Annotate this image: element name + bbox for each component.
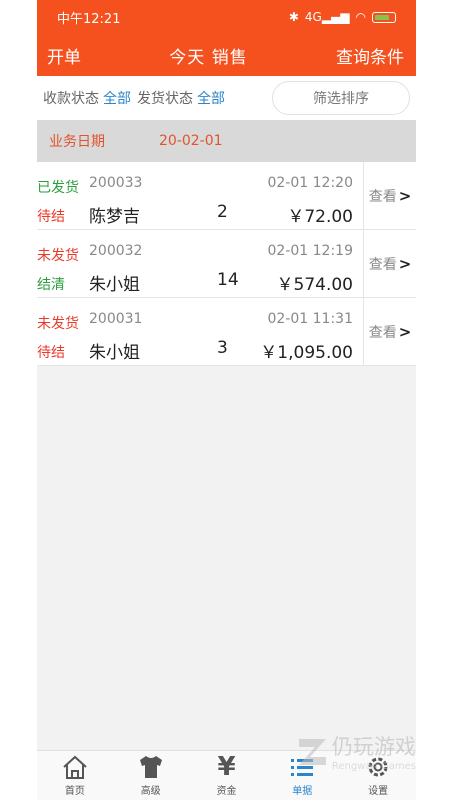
business-date-value: 20-02-01 xyxy=(159,133,223,149)
order-number: 200031 xyxy=(89,311,143,327)
tab-funds[interactable]: ¥ 资金 xyxy=(189,751,265,800)
customer-name: 朱小姐 xyxy=(89,275,140,295)
ship-status: 未发货 xyxy=(37,248,79,264)
status-time: 中午12:21 xyxy=(57,11,121,27)
app-header: 开单 今天 销售 查询条件 xyxy=(37,34,416,76)
order-list: 已发货 待结 200033 陈梦吉 2 02-01 12:20 ￥72.00 查… xyxy=(37,162,416,366)
page-title: 今天 销售 xyxy=(169,47,248,68)
query-conditions-button[interactable]: 查询条件 xyxy=(336,43,404,68)
chevron-right-icon: > xyxy=(398,254,412,273)
battery-icon xyxy=(372,11,396,23)
signal-icon: 4G▂▄▆ xyxy=(304,10,350,24)
bottom-tab-bar: 首页 高级 ¥ 资金 单据 设置 xyxy=(37,750,416,800)
order-quantity: 3 xyxy=(217,338,228,358)
bluetooth-icon: ✱ xyxy=(288,10,299,24)
view-button[interactable]: 查看 > xyxy=(364,230,416,297)
tab-advanced[interactable]: 高级 xyxy=(113,751,189,800)
tab-documents[interactable]: 单据 xyxy=(264,751,340,800)
order-time: 02-01 11:31 xyxy=(267,311,353,327)
order-row[interactable]: 已发货 待结 200033 陈梦吉 2 02-01 12:20 ￥72.00 查… xyxy=(37,162,416,230)
payment-status-label: 收款状态 xyxy=(43,91,99,107)
chevron-right-icon: > xyxy=(398,322,412,341)
order-time: 02-01 12:19 xyxy=(267,243,353,259)
order-amount: ￥1,095.00 xyxy=(260,343,353,363)
ship-status: 未发货 xyxy=(37,316,79,332)
order-amount: ￥574.00 xyxy=(276,275,353,295)
home-icon xyxy=(61,752,89,782)
order-amount: ￥72.00 xyxy=(287,207,353,227)
view-button[interactable]: 查看 > xyxy=(364,298,416,365)
payment-status-select[interactable]: 全部 xyxy=(103,88,131,108)
pay-status: 结清 xyxy=(37,277,65,293)
order-row[interactable]: 未发货 结清 200032 朱小姐 14 02-01 12:19 ￥574.00… xyxy=(37,230,416,298)
shirt-icon xyxy=(137,752,165,782)
order-quantity: 14 xyxy=(217,270,239,290)
tab-home[interactable]: 首页 xyxy=(37,751,113,800)
ship-status: 已发货 xyxy=(37,180,79,196)
app-screen: 中午12:21 ✱ 4G▂▄▆ ◠ 开单 今天 销售 查询条件 收款状态 全部 … xyxy=(37,0,416,800)
customer-name: 朱小姐 xyxy=(89,343,140,363)
filter-bar: 收款状态 全部 发货状态 全部 筛选排序 xyxy=(37,76,416,120)
customer-name: 陈梦吉 xyxy=(89,207,140,227)
order-quantity: 2 xyxy=(217,202,228,222)
shipping-status-select[interactable]: 全部 xyxy=(197,88,225,108)
wifi-icon: ◠ xyxy=(355,10,366,24)
filter-sort-button[interactable]: 筛选排序 xyxy=(272,81,410,115)
pay-status: 待结 xyxy=(37,345,65,361)
pay-status: 待结 xyxy=(37,209,65,225)
business-date-label: 业务日期 xyxy=(49,134,105,150)
list-icon xyxy=(288,752,316,782)
yen-icon: ¥ xyxy=(217,752,236,782)
chevron-right-icon: > xyxy=(398,186,412,205)
order-time: 02-01 12:20 xyxy=(267,175,353,191)
new-order-button[interactable]: 开单 xyxy=(47,43,81,68)
order-number: 200033 xyxy=(89,175,143,191)
status-bar: 中午12:21 ✱ 4G▂▄▆ ◠ xyxy=(37,0,416,34)
view-button[interactable]: 查看 > xyxy=(364,162,416,229)
order-row[interactable]: 未发货 待结 200031 朱小姐 3 02-01 11:31 ￥1,095.0… xyxy=(37,298,416,366)
shipping-status-label: 发货状态 xyxy=(137,91,193,107)
tab-settings[interactable]: 设置 xyxy=(340,751,416,800)
business-date-row: 业务日期 20-02-01 xyxy=(37,120,416,162)
order-number: 200032 xyxy=(89,243,143,259)
gear-icon xyxy=(364,752,392,782)
